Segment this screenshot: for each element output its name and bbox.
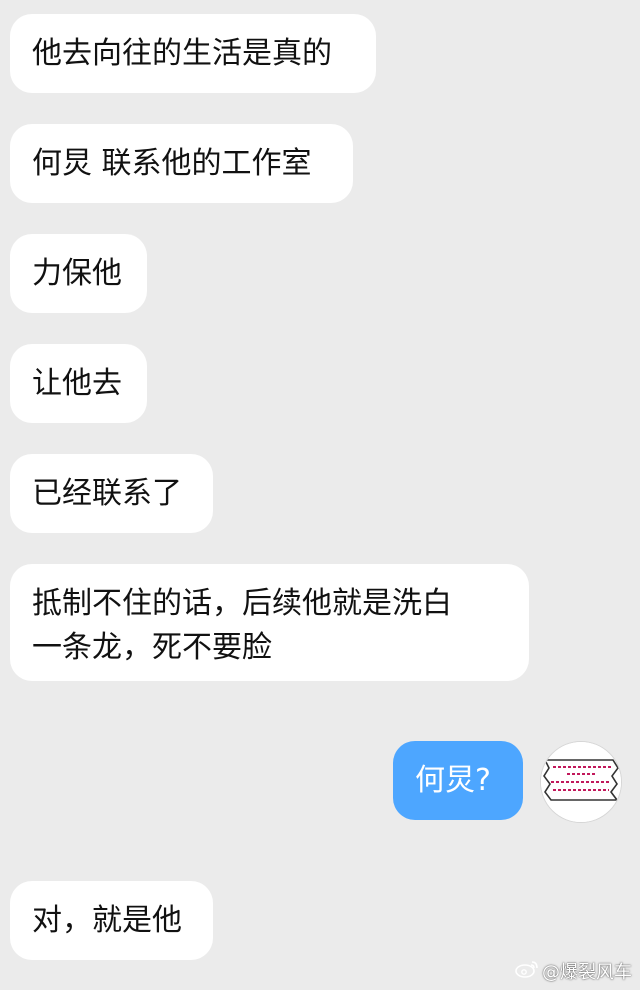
- message-incoming[interactable]: 力保他: [10, 234, 147, 313]
- weibo-icon: [514, 959, 540, 984]
- message-outgoing[interactable]: 何炅?: [393, 741, 523, 820]
- watermark: @爆裂风车: [514, 958, 632, 984]
- message-incoming[interactable]: 何炅 联系他的工作室: [10, 124, 353, 203]
- watermark-text: @爆裂风车: [542, 962, 632, 983]
- message-incoming[interactable]: 对，就是他: [10, 881, 213, 960]
- chat-thread[interactable]: 他去向往的生活是真的 何炅 联系他的工作室 力保他 让他去 已经联系了 抵制不住…: [0, 0, 640, 990]
- avatar-image: [541, 742, 621, 822]
- message-incoming[interactable]: 他去向往的生活是真的: [10, 14, 376, 93]
- message-incoming[interactable]: 抵制不住的话，后续他就是洗白 一条龙，死不要脸: [10, 564, 529, 681]
- message-incoming[interactable]: 让他去: [10, 344, 147, 423]
- message-incoming[interactable]: 已经联系了: [10, 454, 213, 533]
- avatar[interactable]: [540, 741, 622, 823]
